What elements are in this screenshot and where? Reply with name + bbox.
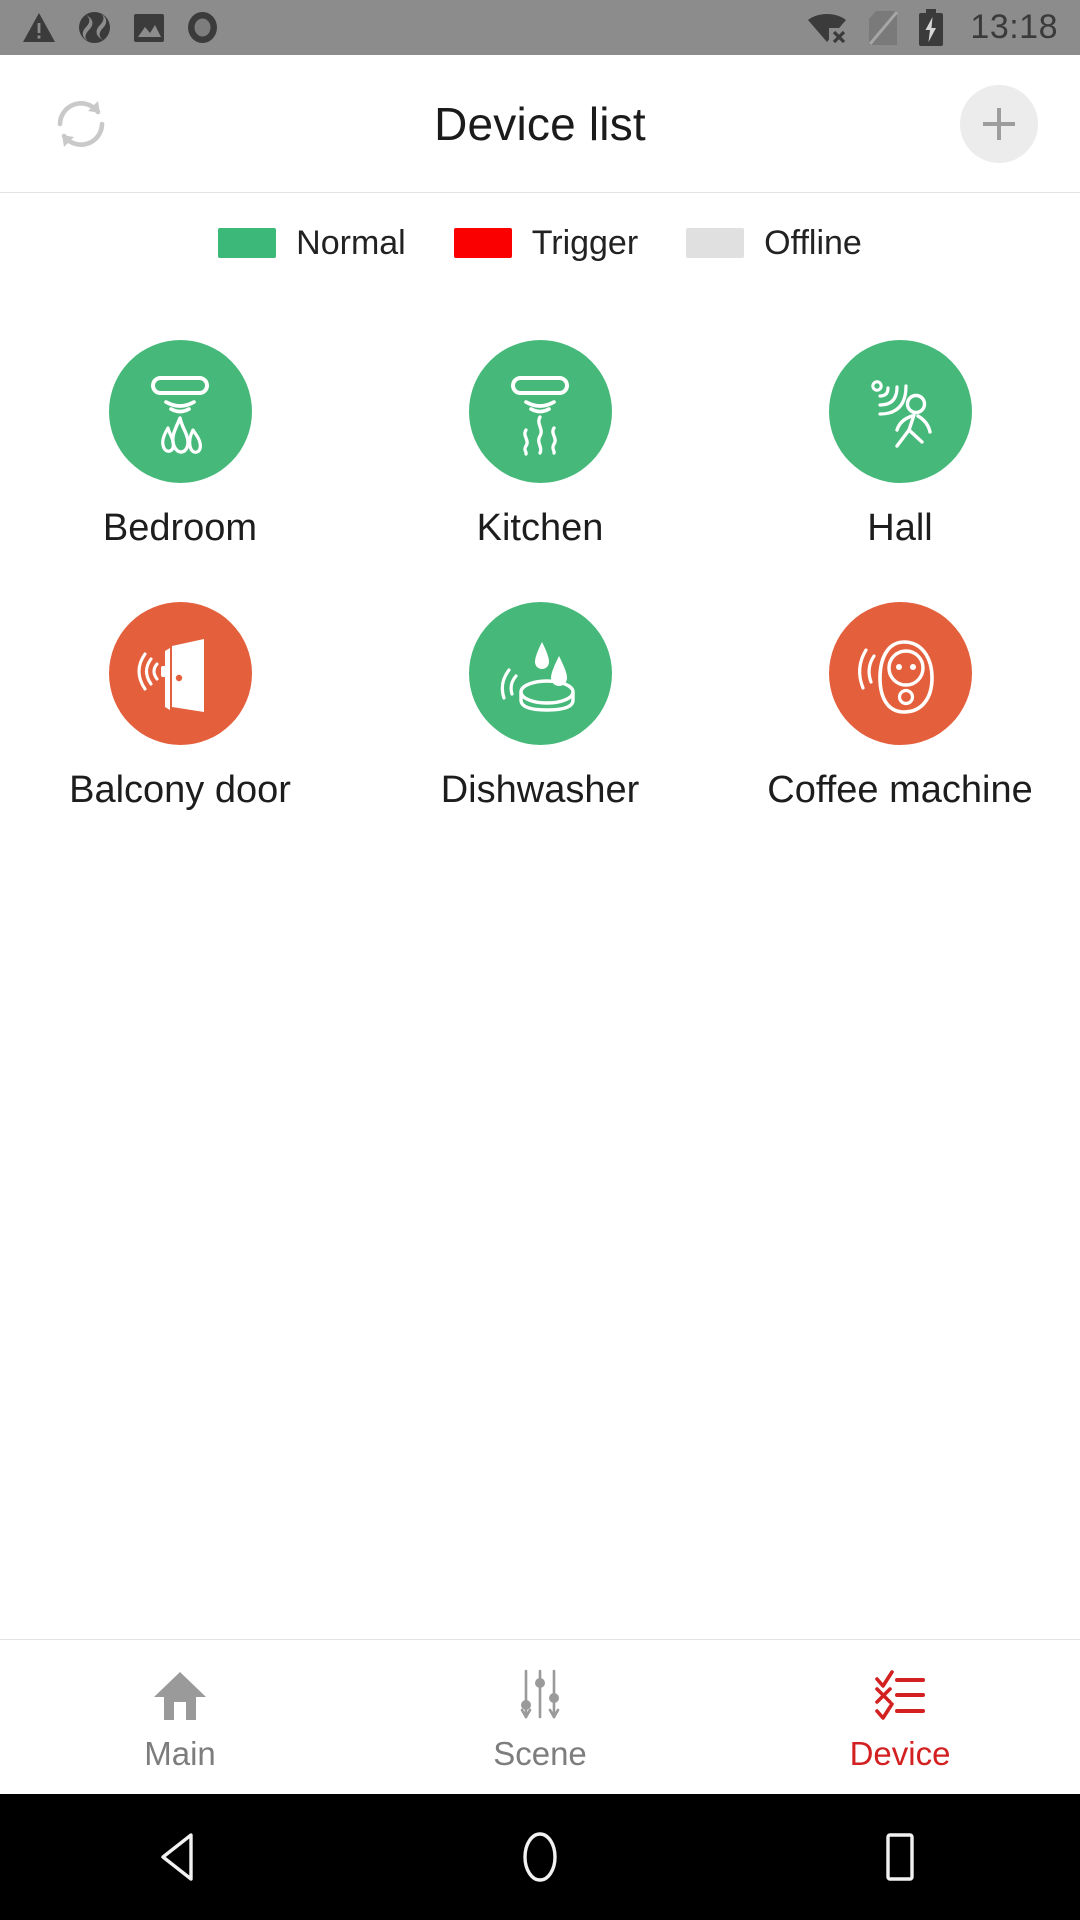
- tab-device[interactable]: Device: [720, 1661, 1080, 1773]
- device-status-badge: [468, 340, 612, 483]
- system-back-button[interactable]: [120, 1794, 240, 1920]
- legend-swatch-trigger: [453, 228, 512, 258]
- wifi-off-icon: [808, 13, 849, 44]
- legend-label-normal: Normal: [296, 223, 406, 262]
- record-circle-icon: [188, 12, 217, 43]
- legend-label-offline: Offline: [764, 223, 862, 262]
- legend-item-normal: Normal: [218, 224, 454, 263]
- status-bar-right-icons: 13:18: [806, 8, 1058, 47]
- device-label: Kitchen: [476, 507, 604, 549]
- add-device-button[interactable]: [960, 84, 1038, 163]
- smoke-fire-detector-icon: [151, 375, 209, 454]
- device-label: Balcony door: [69, 769, 291, 811]
- smart-plug-icon: [858, 639, 934, 714]
- legend-swatch-normal: [218, 228, 277, 258]
- legend-swatch-offline: [686, 228, 745, 258]
- back-triangle-icon: [161, 1833, 193, 1881]
- app-header: Device list: [0, 55, 1080, 193]
- sync-icon: [79, 12, 110, 43]
- warning-triangle-icon: [23, 13, 55, 42]
- plus-icon: [983, 107, 1015, 140]
- water-leak-sensor-icon: [500, 641, 575, 712]
- refresh-icon: [57, 100, 105, 147]
- status-bar-clock: 13:18: [970, 8, 1058, 46]
- device-grid: Bedroom Kitchen Hall Balcony door Dishwa…: [0, 340, 1080, 812]
- page-title: Device list: [434, 97, 646, 150]
- checklist-icon: [871, 1661, 929, 1723]
- device-tile-balcony-door[interactable]: Balcony door: [0, 602, 360, 812]
- device-label: Bedroom: [102, 507, 258, 549]
- motion-sensor-icon: [871, 379, 932, 448]
- tab-main[interactable]: Main: [0, 1661, 360, 1773]
- status-legend: Normal Trigger Offline: [0, 193, 1080, 285]
- tab-scene[interactable]: Scene: [360, 1661, 720, 1773]
- tab-label-main: Main: [144, 1735, 216, 1772]
- recents-square-icon: [886, 1833, 914, 1881]
- device-tile-bedroom[interactable]: Bedroom: [0, 340, 360, 550]
- device-status-badge: [828, 340, 972, 483]
- device-tile-hall[interactable]: Hall: [720, 340, 1080, 550]
- legend-item-trigger: Trigger: [453, 223, 686, 263]
- refresh-button[interactable]: [42, 85, 120, 163]
- door-sensor-icon: [137, 638, 204, 712]
- device-status-badge: [828, 602, 972, 745]
- device-tile-coffee-machine[interactable]: Coffee machine: [720, 602, 1080, 812]
- device-tile-dishwasher[interactable]: Dishwasher: [360, 602, 720, 812]
- image-icon: [134, 13, 164, 42]
- battery-charging-icon: [919, 8, 944, 46]
- legend-label-trigger: Trigger: [531, 223, 639, 262]
- home-icon: [152, 1661, 208, 1723]
- no-sim-icon: [869, 10, 899, 45]
- system-recents-button[interactable]: [840, 1794, 960, 1920]
- system-home-button[interactable]: [480, 1794, 600, 1920]
- app-screen: 13:18 Device list Normal Trigger Offline…: [0, 0, 1080, 1920]
- device-label: Dishwasher: [440, 769, 640, 811]
- gas-smoke-detector-icon: [511, 375, 569, 456]
- tab-label-device: Device: [849, 1735, 951, 1772]
- device-tile-kitchen[interactable]: Kitchen: [360, 340, 720, 550]
- legend-item-offline: Offline: [686, 224, 862, 263]
- device-status-badge: [108, 340, 252, 483]
- home-circle-icon: [523, 1832, 557, 1882]
- sliders-icon: [512, 1661, 568, 1723]
- device-label: Hall: [867, 507, 933, 549]
- system-navigation-bar: [0, 1794, 1080, 1920]
- status-bar: 13:18: [0, 0, 1080, 55]
- status-bar-left-icons: [22, 11, 218, 44]
- device-status-badge: [468, 602, 612, 745]
- device-status-badge: [108, 602, 252, 745]
- device-label: Coffee machine: [767, 769, 1033, 811]
- bottom-tab-bar: Main Scene Device: [0, 1639, 1080, 1794]
- device-grid-container: Bedroom Kitchen Hall Balcony door Dishwa…: [0, 285, 1080, 1639]
- tab-label-scene: Scene: [493, 1735, 587, 1772]
